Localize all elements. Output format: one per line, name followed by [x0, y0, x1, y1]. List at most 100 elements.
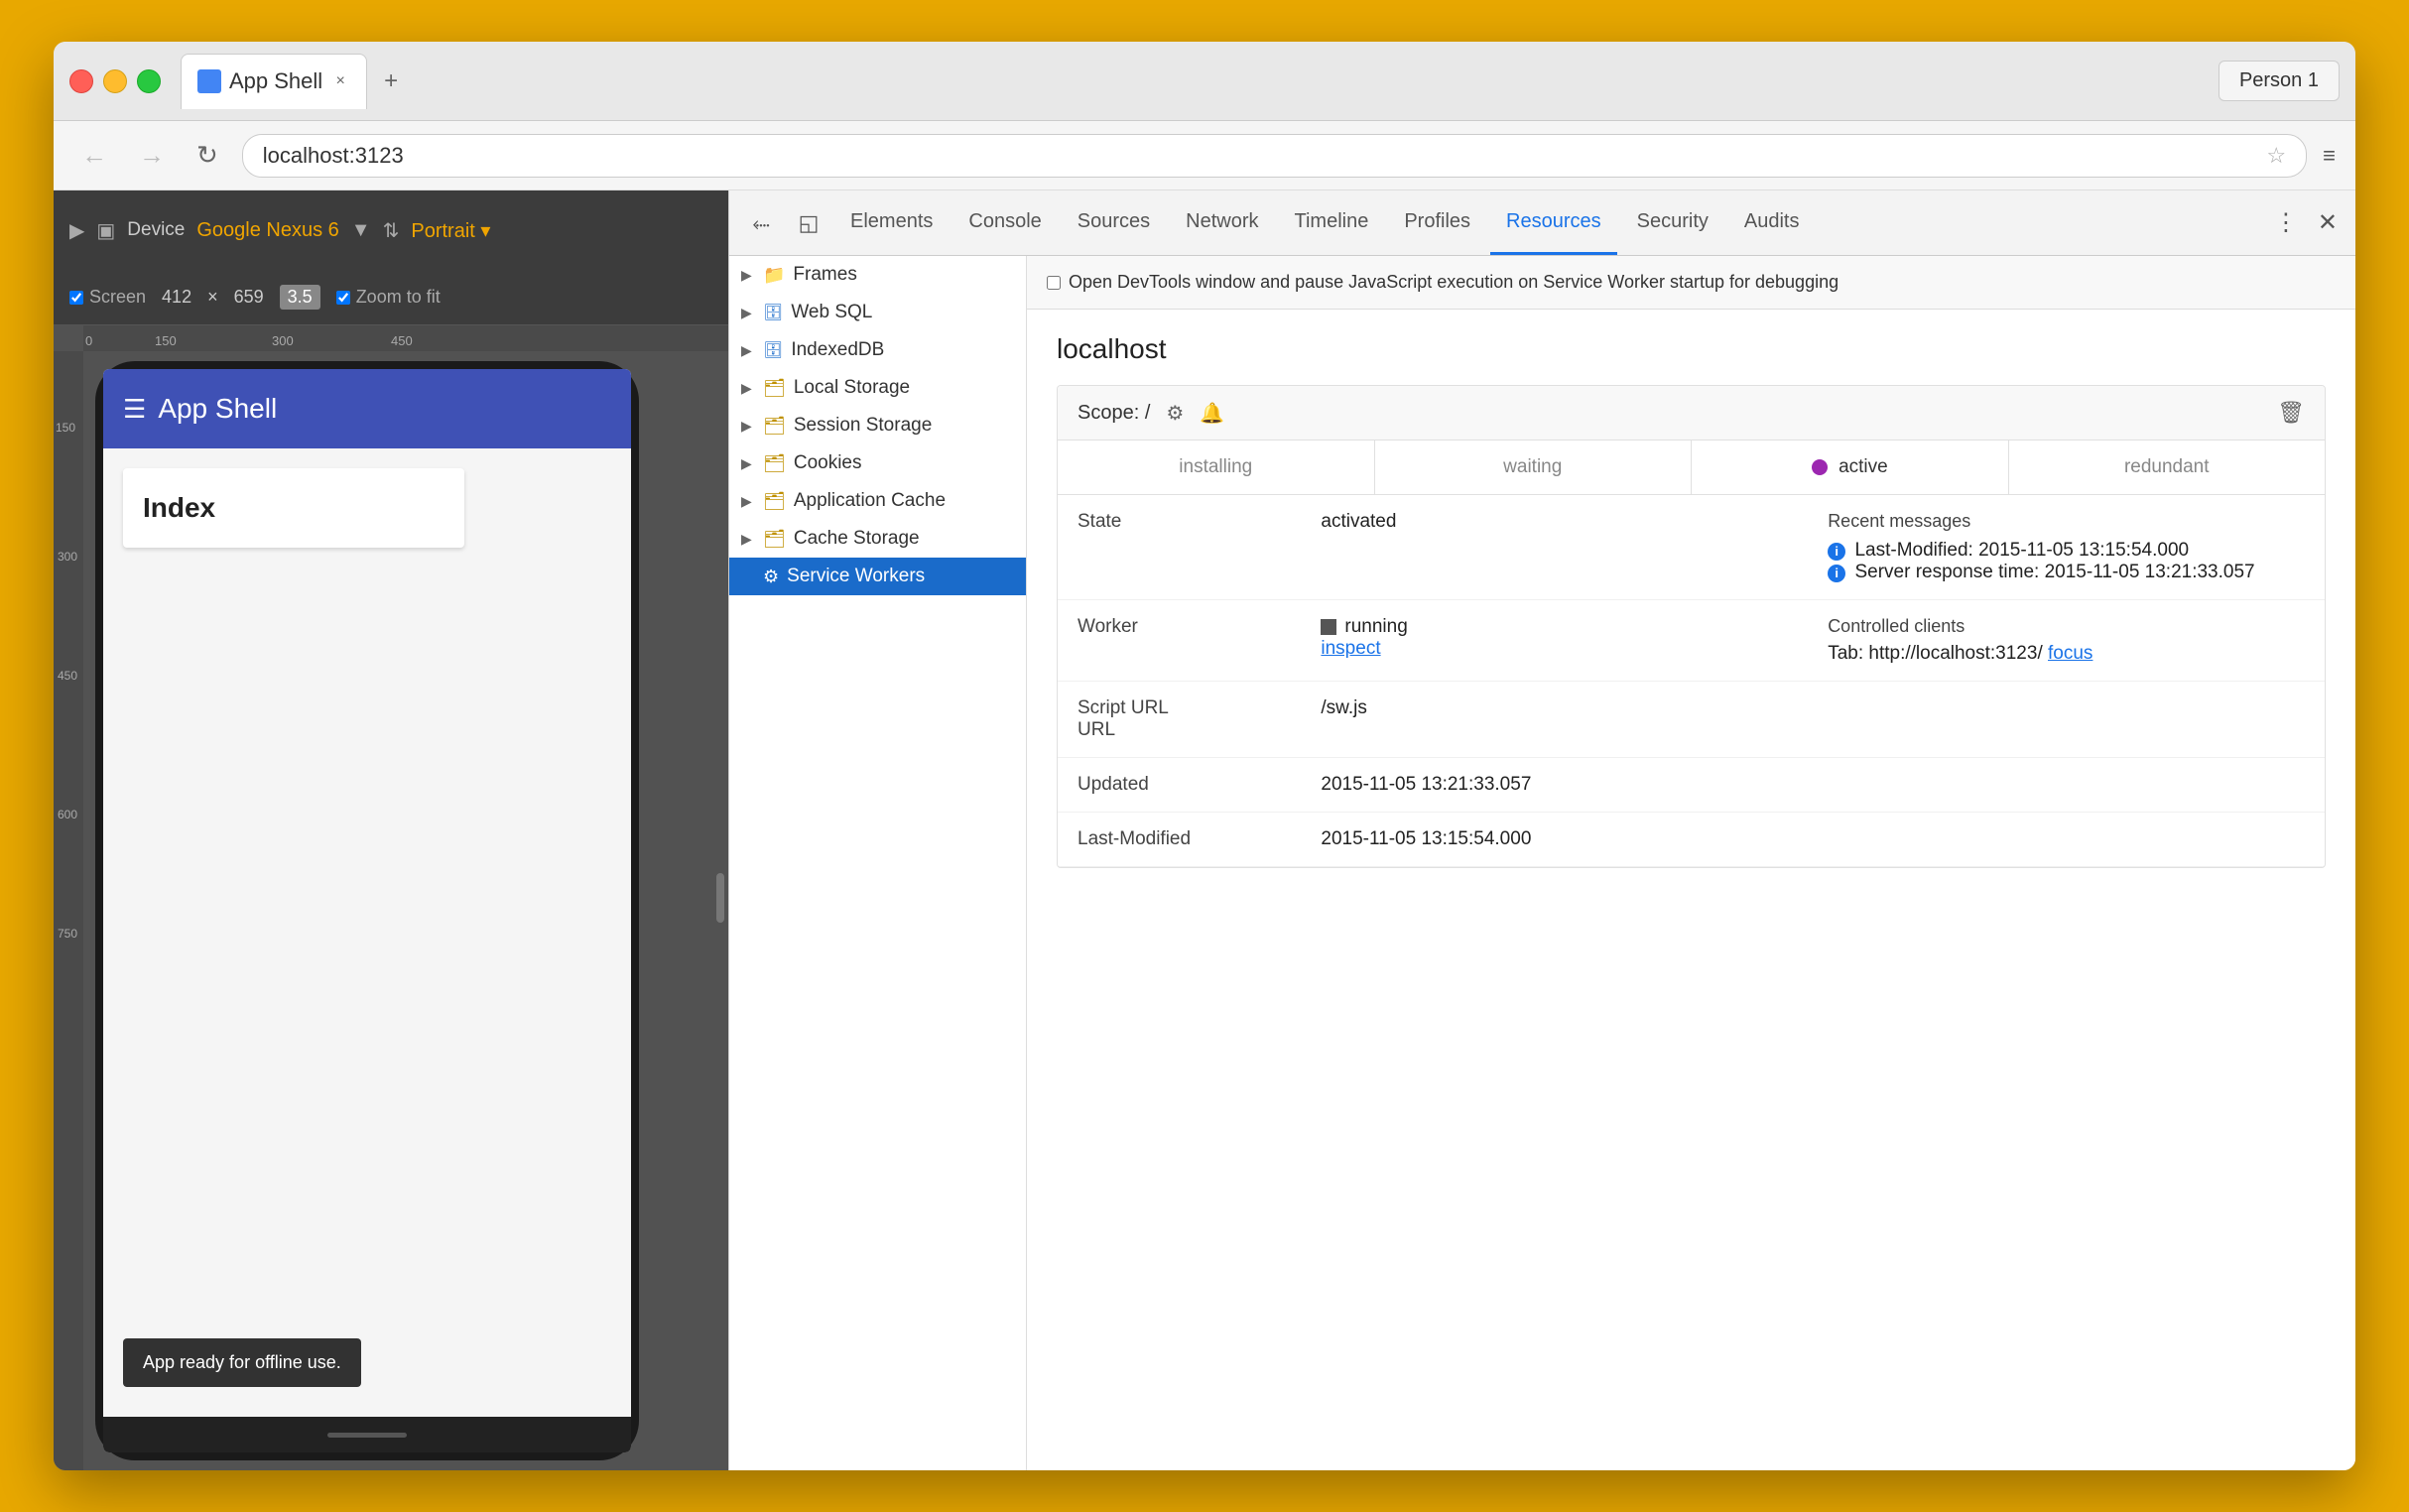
info-icon-2: i — [1828, 565, 1845, 582]
tab-network[interactable]: Network — [1170, 190, 1274, 255]
focus-link[interactable]: focus — [2048, 643, 2092, 664]
toolbar-cursor-icon[interactable]: ▶ — [69, 218, 84, 243]
message2: i Server response time: 2015-11-05 13:21… — [1828, 562, 2315, 583]
browser-window: App Shell × + Person 1 ← → ↻ localhost:3… — [54, 42, 2355, 1470]
hamburger-icon: ☰ — [123, 394, 146, 425]
ruler-tick-150v: 150 — [56, 421, 75, 435]
devtools-close-button[interactable]: ✕ — [2310, 200, 2346, 245]
sw-tab-redundant[interactable]: redundant — [2009, 441, 2326, 494]
toolbar-device-icon[interactable]: ▣ — [96, 218, 115, 243]
zoom-to-fit-checkbox[interactable]: Zoom to fit — [336, 287, 441, 308]
expand-arrow: ▶ — [741, 380, 755, 397]
tab-favicon — [197, 69, 221, 93]
swap-dimensions-icon[interactable]: ⇅ — [383, 218, 400, 243]
ruler-tick-600v: 600 — [58, 808, 77, 821]
sw-tab-waiting[interactable]: waiting — [1375, 441, 1693, 494]
folder-icon: 🗂 — [763, 453, 786, 474]
device-down-arrow[interactable]: ▼ — [351, 219, 371, 242]
sidebar-item-session-storage[interactable]: ▶ 🗂 Session Storage — [729, 407, 1026, 444]
close-button[interactable] — [69, 69, 93, 93]
devtools-tabs: ⬸ ◱ Elements Console Sources Network Tim… — [729, 190, 2355, 256]
screen-checkbox[interactable]: Screen — [69, 287, 146, 308]
url-bar[interactable]: localhost:3123 ☆ — [242, 134, 2307, 178]
sw-scope-label: Scope: / — [1078, 402, 1150, 425]
sw-tab-active[interactable]: active — [1692, 441, 2009, 494]
sidebar-item-frames[interactable]: ▶ 📁 Frames — [729, 256, 1026, 294]
screen-checkbox-input[interactable] — [69, 291, 83, 305]
last-modified-label: Last-Modified — [1058, 813, 1311, 867]
resize-handle[interactable] — [716, 873, 724, 923]
new-tab-button[interactable]: + — [371, 62, 411, 101]
sw-tab-installing[interactable]: installing — [1058, 441, 1375, 494]
expand-arrow: ▶ — [741, 267, 755, 284]
folder-icon: 🗂 — [763, 416, 786, 437]
app-title: App Shell — [158, 393, 277, 425]
updated-extra — [1818, 758, 2325, 813]
controlled-clients-title: Controlled clients — [1828, 616, 2315, 637]
profile-button[interactable]: Person 1 — [2219, 61, 2340, 101]
orientation-selector[interactable]: Portrait ▾ — [411, 218, 490, 243]
devtools-container: ▶ ▣ Device Google Nexus 6 ▼ ⇅ Portrait ▾… — [54, 190, 2355, 1470]
tab-security[interactable]: Security — [1621, 190, 1724, 255]
tab-title: App Shell — [229, 68, 322, 94]
inspect-link[interactable]: inspect — [1321, 638, 1808, 660]
tab-timeline[interactable]: Timeline — [1279, 190, 1385, 255]
tab-resources[interactable]: Resources — [1490, 190, 1617, 255]
sw-delete-button[interactable]: 🗑 — [2277, 400, 2305, 426]
screen-x: × — [207, 287, 218, 308]
sidebar-item-indexeddb[interactable]: ▶ 🗄 IndexedDB — [729, 331, 1026, 369]
sw-settings-icon[interactable]: ⚙ — [1166, 401, 1184, 426]
mobile-tab-icon[interactable]: ◱ — [787, 201, 830, 245]
zoom-to-fit-input[interactable] — [336, 291, 350, 305]
message1: i Last-Modified: 2015-11-05 13:15:54.000 — [1828, 540, 2315, 562]
ruler-tick-750v: 750 — [58, 927, 77, 941]
sw-debug-checkbox[interactable] — [1047, 276, 1061, 290]
sw-icon: ⚙ — [763, 567, 779, 587]
more-tabs-button[interactable]: ⋮ — [2266, 200, 2306, 245]
updated-value: 2015-11-05 13:21:33.057 — [1311, 758, 1818, 813]
sidebar-item-websql[interactable]: ▶ 🗄 Web SQL — [729, 294, 1026, 331]
ruler-tick-150: 150 — [155, 333, 177, 348]
tab-close-button[interactable]: × — [330, 71, 350, 91]
state-value: activated — [1311, 495, 1818, 600]
sw-details: State activated Recent messages i Last-M… — [1058, 495, 2325, 867]
active-tab[interactable]: App Shell × — [181, 54, 367, 109]
tab-sources[interactable]: Sources — [1062, 190, 1166, 255]
devtools-body: ▶ 📁 Frames ▶ 🗄 Web SQL ▶ 🗄 IndexedDB — [729, 256, 2355, 1470]
minimize-button[interactable] — [103, 69, 127, 93]
sidebar-item-local-storage[interactable]: ▶ 🗂 Local Storage — [729, 369, 1026, 407]
tab-elements[interactable]: Elements — [834, 190, 949, 255]
devtools-main-content: Open DevTools window and pause JavaScrip… — [1027, 256, 2355, 1470]
device-toolbar: ▶ ▣ Device Google Nexus 6 ▼ ⇅ Portrait ▾ — [54, 190, 728, 270]
reload-button[interactable]: ↻ — [189, 136, 226, 175]
cursor-tab-icon[interactable]: ⬸ — [739, 201, 783, 245]
offline-toast: App ready for offline use. — [123, 1338, 361, 1387]
tab-profiles[interactable]: Profiles — [1388, 190, 1486, 255]
tab-bar: App Shell × + — [181, 54, 2209, 109]
localhost-title: localhost — [1057, 333, 2326, 365]
traffic-lights — [69, 69, 161, 93]
folder-icon: 🗂 — [763, 491, 786, 512]
last-modified-extra — [1818, 813, 2325, 867]
expand-arrow: ▶ — [741, 531, 755, 548]
sidebar-item-service-workers[interactable]: ⚙ Service Workers — [729, 558, 1026, 595]
updated-label: Updated — [1058, 758, 1311, 813]
tab-audits[interactable]: Audits — [1728, 190, 1816, 255]
stop-worker-button[interactable] — [1321, 619, 1336, 635]
sw-bell-icon[interactable]: 🔔 — [1200, 401, 1224, 426]
script-url-extra — [1818, 682, 2325, 758]
sidebar-item-cache-storage[interactable]: ▶ 🗂 Cache Storage — [729, 520, 1026, 558]
bookmark-icon[interactable]: ☆ — [2266, 143, 2286, 169]
maximize-button[interactable] — [137, 69, 161, 93]
menu-icon[interactable]: ≡ — [2323, 143, 2336, 169]
back-button[interactable]: ← — [73, 136, 115, 175]
folder-icon: 🗂 — [763, 378, 786, 399]
forward-button[interactable]: → — [131, 136, 173, 175]
devtools-panel: ⬸ ◱ Elements Console Sources Network Tim… — [728, 190, 2355, 1470]
expand-arrow — [741, 568, 755, 584]
tab-console[interactable]: Console — [952, 190, 1057, 255]
last-modified-value: 2015-11-05 13:15:54.000 — [1311, 813, 1818, 867]
sidebar-item-cookies[interactable]: ▶ 🗂 Cookies — [729, 444, 1026, 482]
sidebar-item-app-cache[interactable]: ▶ 🗂 Application Cache — [729, 482, 1026, 520]
sw-debug-label: Open DevTools window and pause JavaScrip… — [1069, 272, 1838, 293]
